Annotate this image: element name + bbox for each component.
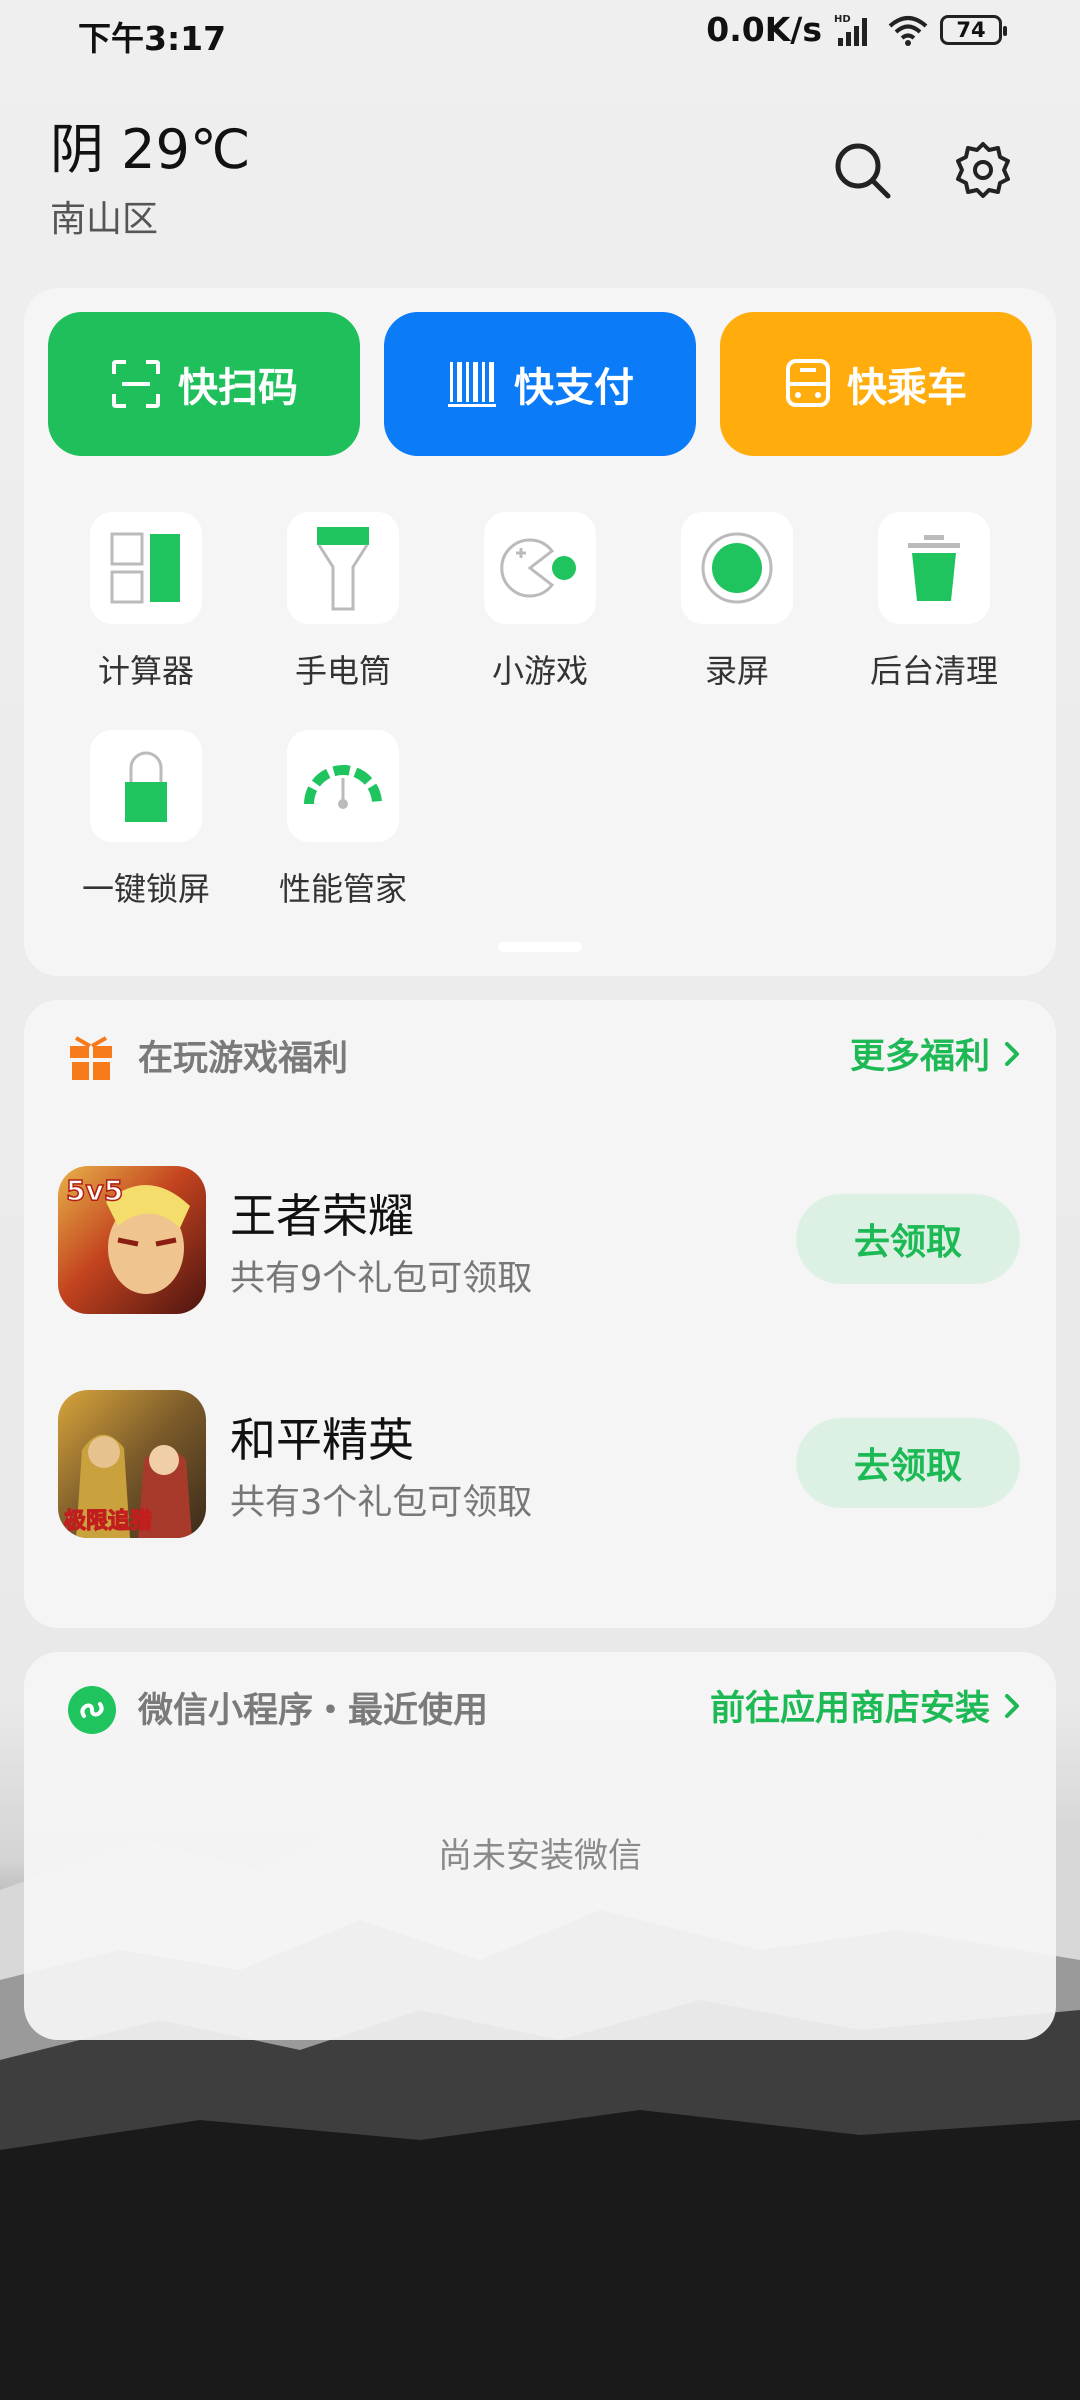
trash-icon bbox=[908, 535, 960, 601]
network-speed: 0.0K/s bbox=[706, 10, 822, 49]
flashlight-icon-tile bbox=[287, 512, 399, 624]
game-row[interactable]: 5v5 王者荣耀 共有9个礼包可领取 去领取 bbox=[24, 1166, 1056, 1326]
chevron-right-icon bbox=[1005, 1041, 1019, 1066]
calculator-icon bbox=[110, 532, 180, 604]
game-benefits-card: 在玩游戏福利 更多福利 5v5 王者荣耀 共有9个礼包可领取 去领取 极限追猎 … bbox=[24, 1000, 1056, 1628]
flashlight-icon bbox=[317, 527, 369, 611]
mini-programs-header: 微信小程序・最近使用 前往应用商店安装 bbox=[24, 1652, 1056, 1762]
tool-label: 录屏 bbox=[704, 652, 769, 690]
tool-lock-screen[interactable]: 一键锁屏 bbox=[61, 730, 231, 910]
scan-icon bbox=[112, 360, 160, 408]
tool-label: 后台清理 bbox=[869, 652, 998, 690]
tool-background-clean[interactable]: 后台清理 bbox=[849, 512, 1019, 692]
tool-flashlight[interactable]: 手电筒 bbox=[258, 512, 428, 692]
tool-mini-games[interactable]: 小游戏 bbox=[455, 512, 625, 692]
quick-pay-button[interactable]: 快支付 bbox=[384, 312, 696, 456]
game-row[interactable]: 极限追猎 和平精英 共有3个礼包可领取 去领取 bbox=[24, 1390, 1056, 1550]
lock-icon-tile bbox=[90, 730, 202, 842]
signal-icon: HD bbox=[834, 14, 867, 46]
more-benefits-link[interactable]: 更多福利 bbox=[850, 1028, 1022, 1079]
status-right-group: 0.0K/s HD 74 bbox=[706, 10, 1007, 49]
tool-screen-record[interactable]: 录屏 bbox=[652, 512, 822, 692]
mini-programs-card: 微信小程序・最近使用 前往应用商店安装 尚未安装微信 bbox=[24, 1652, 1056, 2040]
game-gift-count: 共有3个礼包可领取 bbox=[230, 1483, 533, 1523]
battery-level: 74 bbox=[956, 17, 986, 42]
gamepad-icon bbox=[500, 538, 576, 598]
app-store-install-link[interactable]: 前往应用商店安装 bbox=[710, 1680, 1022, 1731]
wifi-icon bbox=[888, 15, 928, 46]
tools-card: 快扫码 快支付 快乘车 计算器 手电筒 小游戏 录屏 后台清理 一键锁屏 性能管… bbox=[24, 288, 1056, 976]
tool-label: 一键锁屏 bbox=[81, 870, 210, 908]
tool-calculator[interactable]: 计算器 bbox=[61, 512, 231, 692]
search-icon[interactable] bbox=[832, 140, 892, 200]
honor-of-kings-icon: 5v5 bbox=[58, 1166, 206, 1314]
peacekeeper-elite-icon: 极限追猎 bbox=[58, 1390, 206, 1538]
gamepad-icon-tile bbox=[484, 512, 596, 624]
record-icon-tile bbox=[681, 512, 793, 624]
mini-programs-title: 微信小程序・最近使用 bbox=[138, 1691, 489, 1731]
tool-label: 计算器 bbox=[97, 652, 194, 690]
calculator-icon-tile bbox=[90, 512, 202, 624]
quick-scan-button[interactable]: 快扫码 bbox=[48, 312, 360, 456]
claim-button[interactable]: 去领取 bbox=[796, 1194, 1020, 1284]
gift-icon bbox=[70, 1036, 112, 1080]
game-icon-text: 5v5 bbox=[66, 1174, 123, 1207]
record-icon bbox=[701, 532, 773, 604]
battery-icon: 74 bbox=[940, 14, 1007, 45]
more-benefits-label: 更多福利 bbox=[849, 1037, 990, 1077]
claim-button[interactable]: 去领取 bbox=[796, 1418, 1020, 1508]
mini-program-icon bbox=[68, 1686, 116, 1734]
status-bar: 下午3:17 0.0K/s HD 74 bbox=[0, 0, 1080, 66]
speedometer-icon bbox=[304, 765, 382, 809]
quick-ride-button[interactable]: 快乘车 bbox=[720, 312, 1032, 456]
quick-scan-label: 快扫码 bbox=[178, 365, 298, 411]
lock-icon bbox=[125, 751, 167, 822]
game-benefits-header: 在玩游戏福利 更多福利 bbox=[24, 1000, 1056, 1110]
status-time: 下午3:17 bbox=[78, 19, 227, 58]
app-store-install-label: 前往应用商店安装 bbox=[709, 1689, 990, 1729]
page-indicator bbox=[498, 942, 582, 952]
district-label[interactable]: 南山区 bbox=[50, 190, 158, 242]
speedometer-icon-tile bbox=[287, 730, 399, 842]
barcode-icon bbox=[448, 362, 496, 407]
weather-temperature[interactable]: 阴 29℃ bbox=[50, 105, 251, 184]
empty-state-text: 尚未安装微信 bbox=[438, 1836, 642, 1876]
game-icon-text: 极限追猎 bbox=[64, 1508, 152, 1534]
bus-icon bbox=[786, 359, 830, 407]
tool-label: 性能管家 bbox=[278, 870, 407, 908]
gear-icon[interactable] bbox=[953, 140, 1013, 200]
tool-performance-manager[interactable]: 性能管家 bbox=[258, 730, 428, 910]
game-gift-count: 共有9个礼包可领取 bbox=[230, 1259, 533, 1299]
hd-badge: HD bbox=[834, 14, 851, 25]
tool-label: 小游戏 bbox=[491, 652, 588, 690]
tool-label: 手电筒 bbox=[294, 652, 391, 690]
game-name: 王者荣耀 bbox=[230, 1189, 414, 1243]
quick-ride-label: 快乘车 bbox=[847, 365, 967, 411]
game-name: 和平精英 bbox=[230, 1413, 414, 1467]
quick-pay-label: 快支付 bbox=[514, 365, 634, 411]
chevron-right-icon bbox=[1005, 1693, 1019, 1718]
trash-icon-tile bbox=[878, 512, 990, 624]
game-benefits-title: 在玩游戏福利 bbox=[138, 1039, 349, 1079]
